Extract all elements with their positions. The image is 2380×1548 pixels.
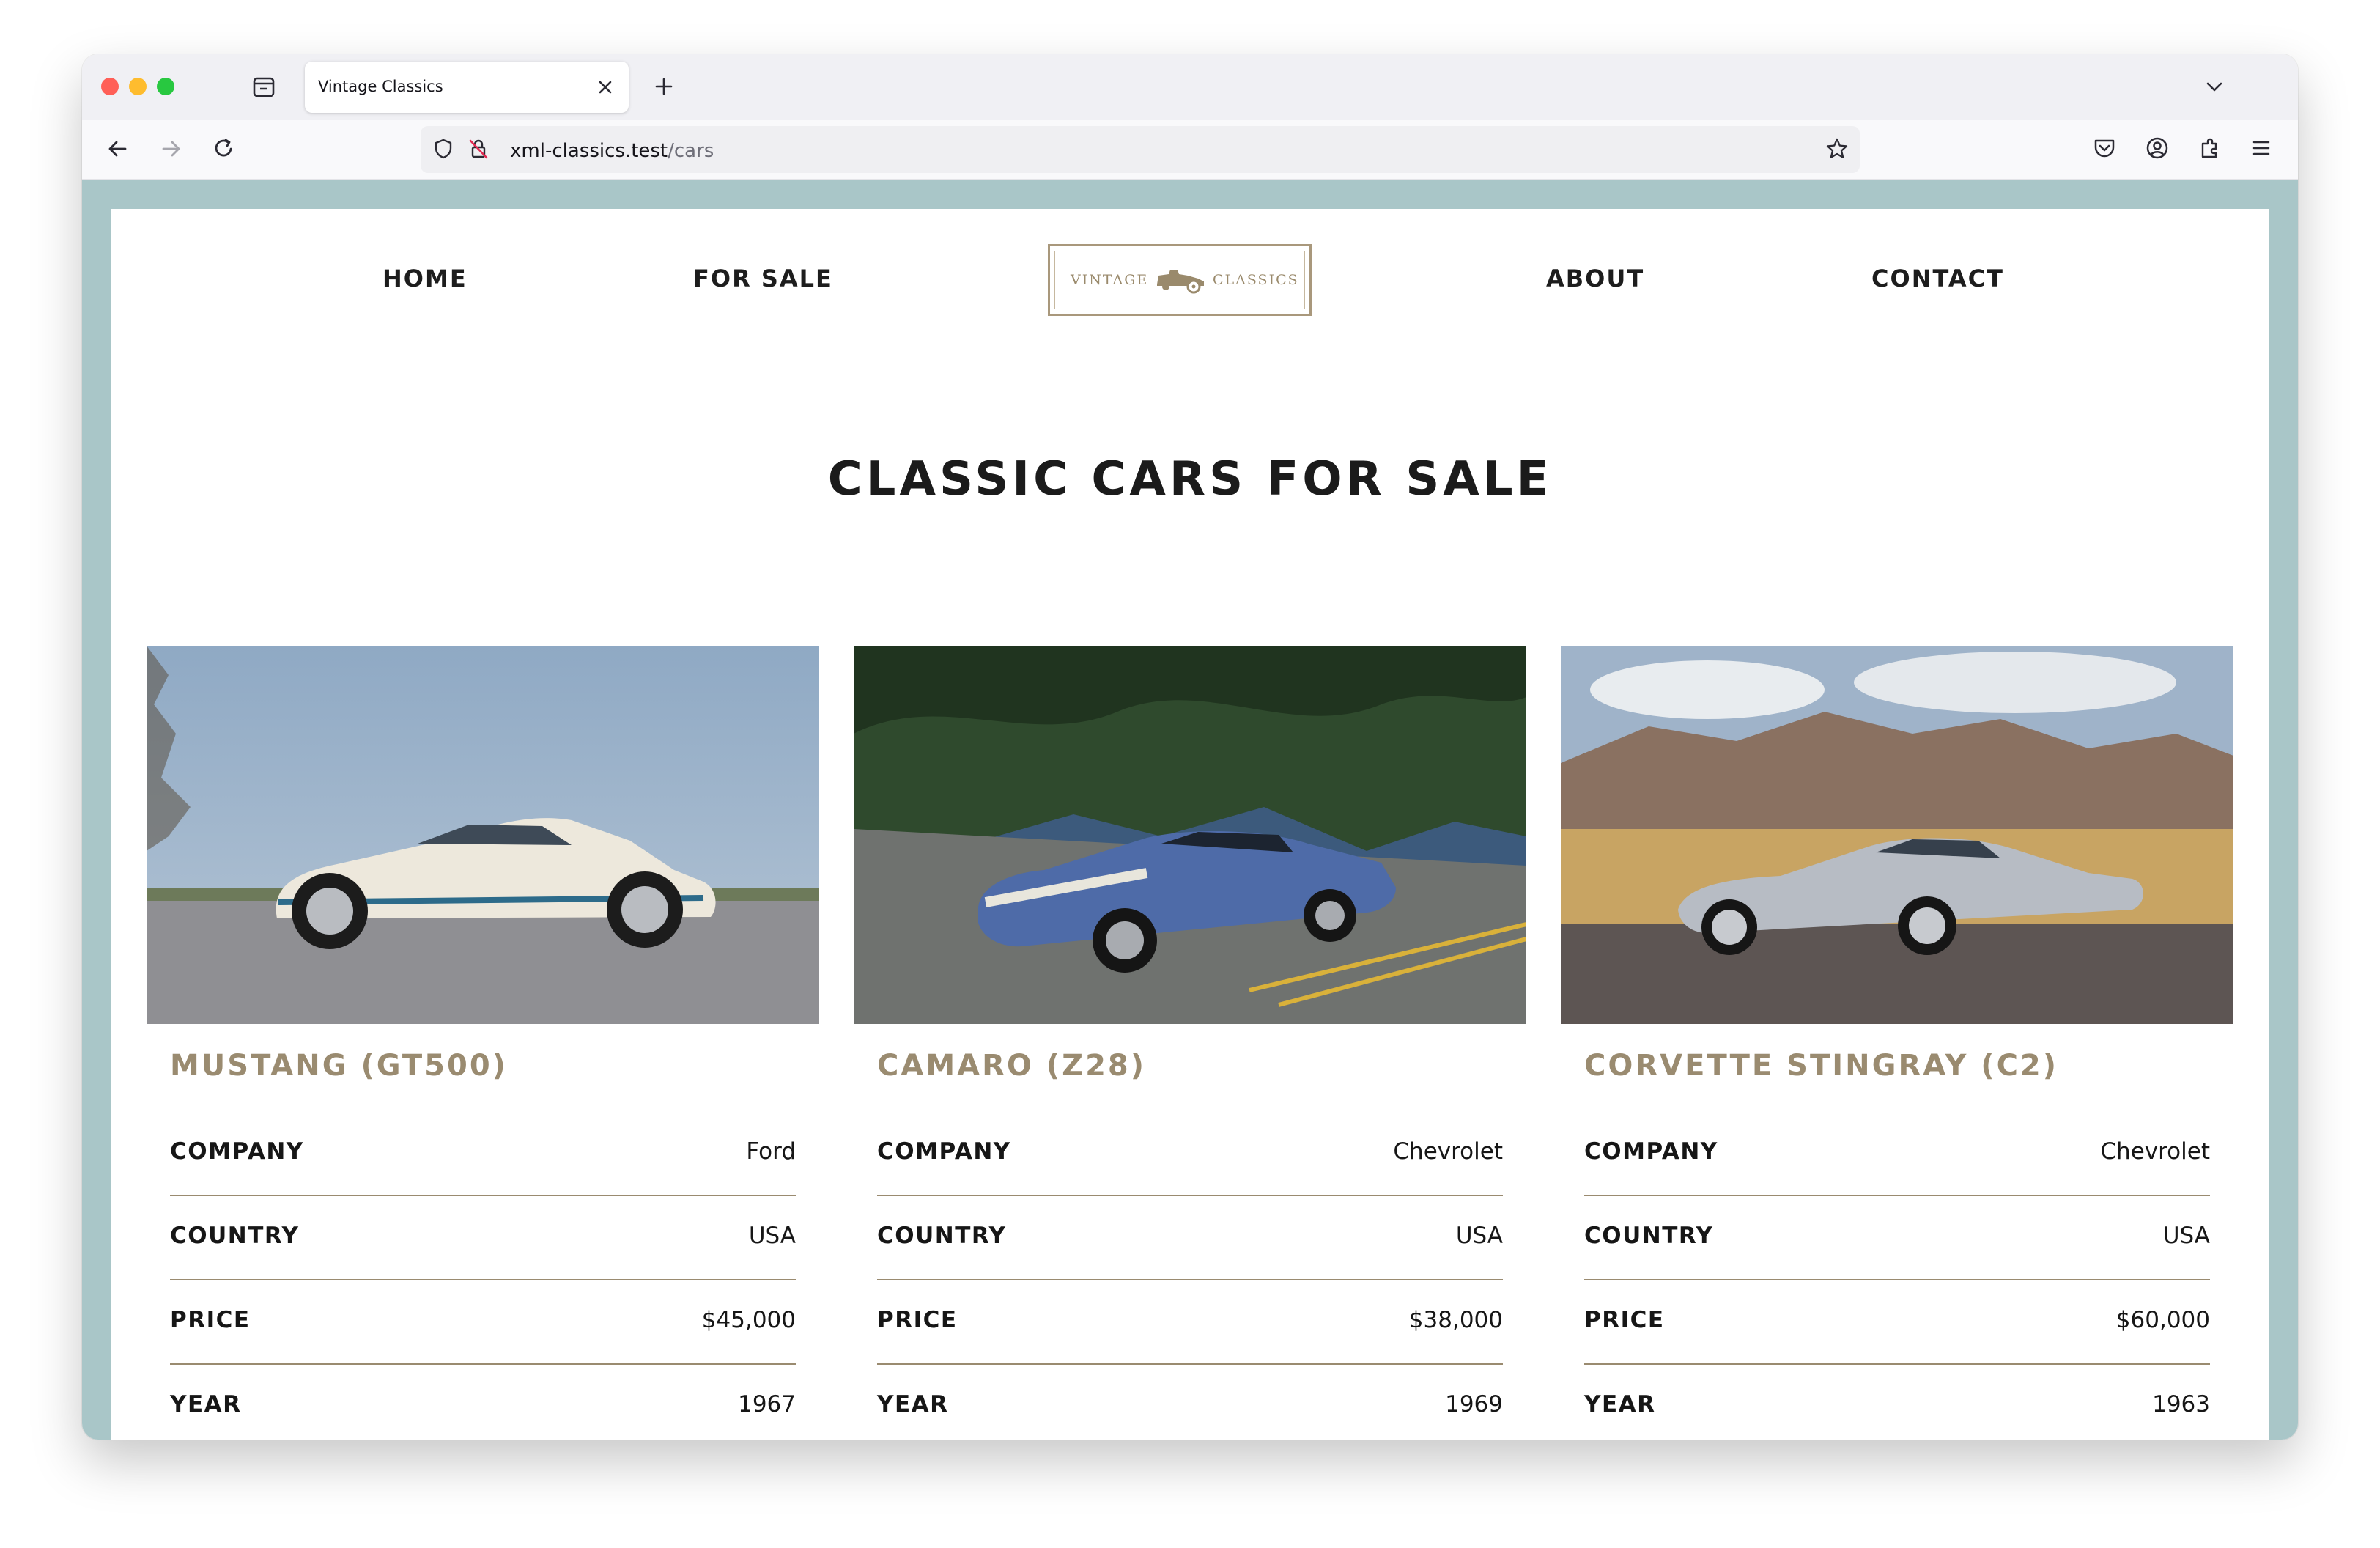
car-name: CAMARO (Z28) <box>877 1049 1147 1083</box>
spec-row-company: COMPANY Chevrolet <box>1584 1110 2210 1196</box>
page-title: CLASSIC CARS FOR SALE <box>827 452 1553 506</box>
nav-for-sale-link[interactable]: FOR SALE <box>693 265 833 292</box>
spec-row-price: PRICE $38,000 <box>877 1279 1503 1365</box>
spec-value: $38,000 <box>1408 1307 1503 1333</box>
nav-about-link[interactable]: ABOUT <box>1546 265 1644 292</box>
spec-row-year: YEAR 1967 <box>170 1363 796 1440</box>
insecure-lock-icon[interactable] <box>466 136 491 161</box>
tab-overview-icon[interactable] <box>249 72 278 101</box>
chevron-down-icon[interactable] <box>2203 75 2226 98</box>
tab-bar: Vintage Classics <box>82 54 2298 120</box>
close-window-button[interactable] <box>101 78 119 95</box>
new-tab-icon[interactable] <box>651 73 677 100</box>
site-logo[interactable]: VINTAGE CLASSICS <box>1048 244 1312 316</box>
zoom-window-button[interactable] <box>157 78 174 95</box>
spec-value: 1963 <box>2152 1391 2210 1418</box>
logo-text-left: VINTAGE <box>1071 272 1149 288</box>
corvette-photo[interactable] <box>1561 646 2233 1024</box>
car-name: MUSTANG (GT500) <box>170 1049 508 1083</box>
spec-row-company: COMPANY Ford <box>170 1110 796 1196</box>
minimize-window-button[interactable] <box>129 78 147 95</box>
spec-row-country: COUNTRY USA <box>877 1195 1503 1280</box>
spec-row-price: PRICE $45,000 <box>170 1279 796 1365</box>
spec-value: $60,000 <box>2115 1307 2210 1333</box>
spec-value: 1969 <box>1445 1391 1503 1418</box>
spec-label: YEAR <box>877 1391 949 1418</box>
nav-home-link[interactable]: HOME <box>382 265 468 292</box>
address-bar[interactable]: xml-classics.test/cars <box>421 126 1860 173</box>
url-path: /cars <box>668 140 714 162</box>
vintage-car-logo-icon <box>1157 270 1204 294</box>
spec-value: Chevrolet <box>2100 1138 2210 1165</box>
tab-title: Vintage Classics <box>318 78 443 95</box>
browser-window: Vintage Classics xml-classics.test/cars … <box>82 54 2298 1440</box>
spec-value: 1967 <box>738 1391 796 1418</box>
url-text: xml-classics.test/cars <box>510 140 714 162</box>
spec-label: PRICE <box>1584 1307 1665 1333</box>
close-tab-icon[interactable] <box>595 77 616 97</box>
spec-row-company: COMPANY Chevrolet <box>877 1110 1503 1196</box>
tab-vintage-classics[interactable]: Vintage Classics <box>305 62 629 113</box>
spec-label: PRICE <box>170 1307 251 1333</box>
page-viewport: HOME FOR SALE ABOUT CONTACT VINTAGE CLAS… <box>82 180 2298 1440</box>
logo-text-right: CLASSICS <box>1213 272 1299 288</box>
spec-label: YEAR <box>170 1391 242 1418</box>
spec-label: COUNTRY <box>1584 1223 1714 1249</box>
pocket-icon[interactable] <box>2090 133 2119 163</box>
spec-value: USA <box>2162 1223 2210 1249</box>
spec-label: COUNTRY <box>877 1223 1007 1249</box>
spec-value: USA <box>748 1223 796 1249</box>
spec-row-year: YEAR 1969 <box>877 1363 1503 1440</box>
spec-label: PRICE <box>877 1307 958 1333</box>
forward-arrow-icon[interactable] <box>155 133 186 164</box>
spec-label: COMPANY <box>877 1138 1011 1165</box>
shield-icon[interactable] <box>431 136 456 161</box>
spec-value: Chevrolet <box>1393 1138 1503 1165</box>
spec-value: USA <box>1455 1223 1503 1249</box>
reload-icon[interactable] <box>208 133 239 164</box>
spec-label: COMPANY <box>1584 1138 1718 1165</box>
menu-icon[interactable] <box>2247 133 2276 163</box>
navigation-toolbar: xml-classics.test/cars <box>82 120 2298 180</box>
spec-label: COMPANY <box>170 1138 304 1165</box>
spec-value: Ford <box>746 1138 796 1165</box>
account-icon[interactable] <box>2143 133 2172 163</box>
mustang-photo[interactable] <box>147 646 819 1024</box>
spec-row-price: PRICE $60,000 <box>1584 1279 2210 1365</box>
spec-row-country: COUNTRY USA <box>170 1195 796 1280</box>
page-content: HOME FOR SALE ABOUT CONTACT VINTAGE CLAS… <box>111 209 2269 1440</box>
spec-row-country: COUNTRY USA <box>1584 1195 2210 1280</box>
url-host: xml-classics.test <box>510 140 668 162</box>
spec-label: COUNTRY <box>170 1223 300 1249</box>
nav-contact-link[interactable]: CONTACT <box>1871 265 2004 292</box>
car-name: CORVETTE STINGRAY (C2) <box>1584 1049 2059 1083</box>
camaro-photo[interactable] <box>854 646 1526 1024</box>
extensions-icon[interactable] <box>2195 133 2225 163</box>
back-arrow-icon[interactable] <box>103 133 133 164</box>
spec-value: $45,000 <box>701 1307 796 1333</box>
bookmark-star-icon[interactable] <box>1825 136 1849 161</box>
spec-label: YEAR <box>1584 1391 1656 1418</box>
spec-row-year: YEAR 1963 <box>1584 1363 2210 1440</box>
